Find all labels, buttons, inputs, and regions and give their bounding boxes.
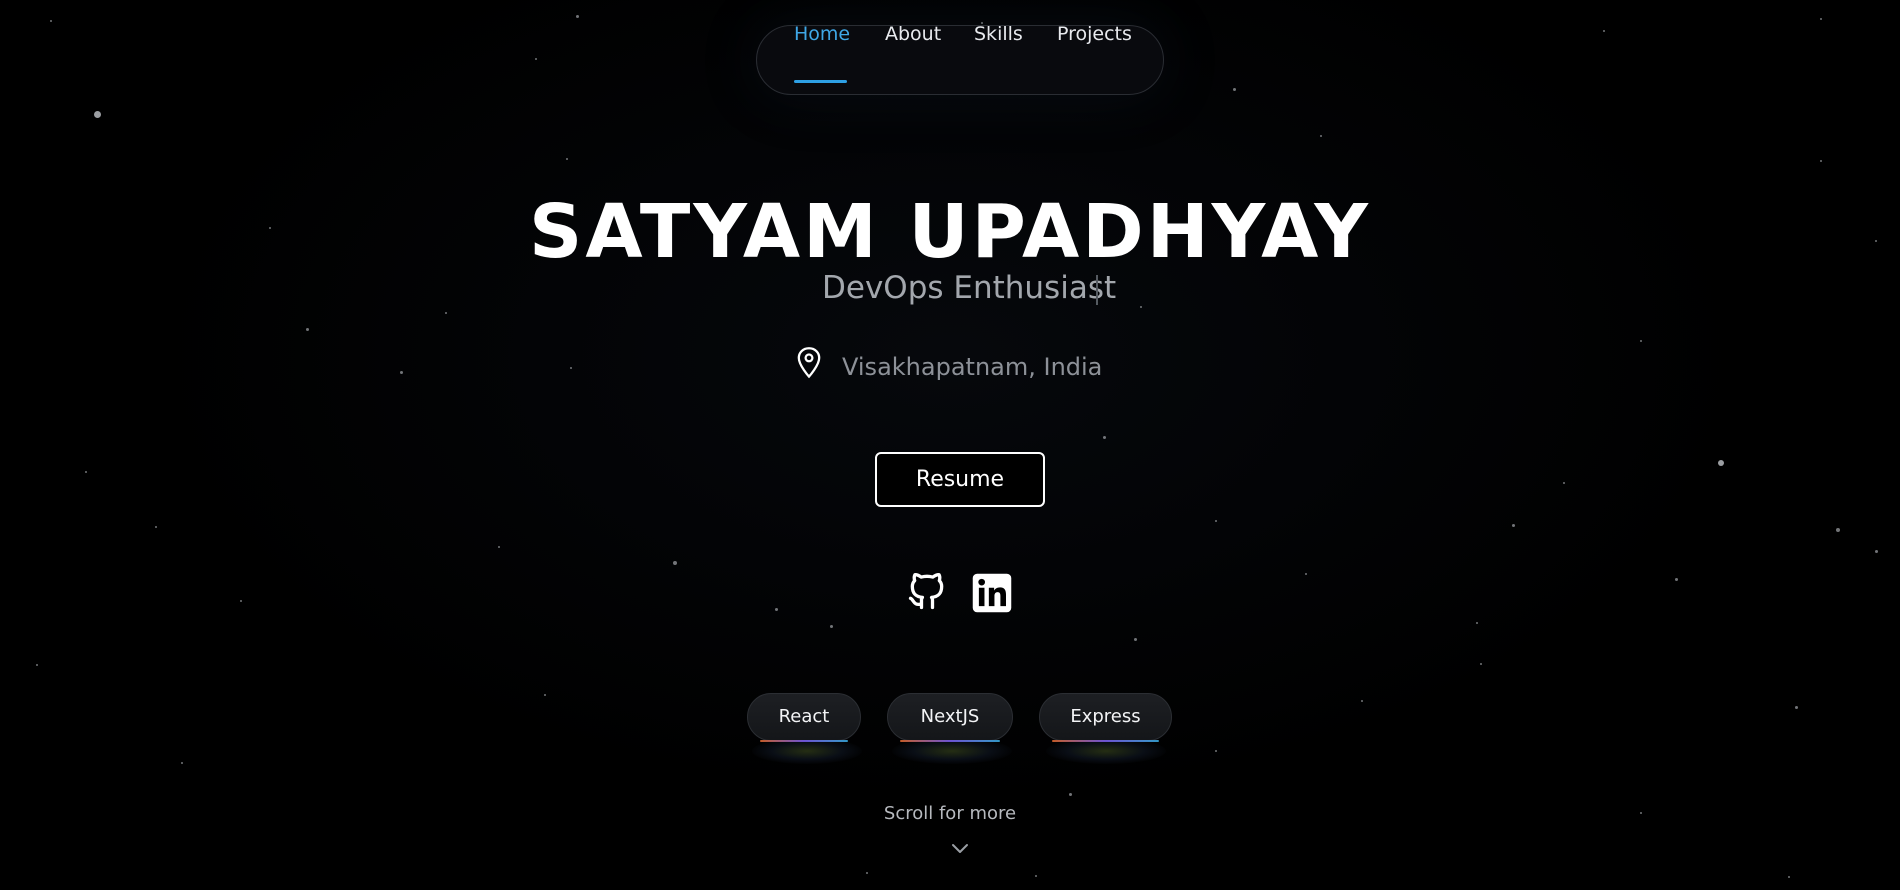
star-dot xyxy=(1820,160,1822,162)
location-pin-icon xyxy=(797,347,821,379)
nav-item-home[interactable]: Home xyxy=(794,23,850,45)
star-dot xyxy=(1512,524,1515,527)
starfield-background xyxy=(0,0,1900,890)
star-dot xyxy=(1035,875,1037,877)
star-dot xyxy=(306,328,309,331)
tech-pill-express[interactable]: Express xyxy=(1039,693,1172,742)
tech-pill-nextjs[interactable]: NextJS xyxy=(887,693,1013,742)
tech-pill-react[interactable]: React xyxy=(747,693,861,742)
github-icon[interactable] xyxy=(905,569,949,613)
star-dot xyxy=(1140,306,1142,308)
star-dot xyxy=(1875,550,1878,553)
star-dot xyxy=(1820,18,1822,20)
star-dot xyxy=(1476,622,1478,624)
star-dot xyxy=(1675,578,1678,581)
star-dot xyxy=(576,15,579,18)
star-dot xyxy=(1795,706,1798,709)
star-dot xyxy=(535,58,537,60)
star-dot xyxy=(400,371,403,374)
star-dot xyxy=(830,625,833,628)
star-dot xyxy=(1563,482,1565,484)
typing-caret xyxy=(1096,275,1098,305)
star-dot xyxy=(1069,793,1072,796)
star-dot xyxy=(866,872,868,874)
hero-role-typewriter: DevOps Enthusiast xyxy=(822,270,1117,306)
nav-item-skills[interactable]: Skills xyxy=(974,23,1023,45)
star-dot xyxy=(155,526,157,528)
star-dot xyxy=(1305,573,1307,575)
star-dot xyxy=(445,312,447,314)
star-dot xyxy=(1233,88,1236,91)
resume-button[interactable]: Resume xyxy=(875,452,1045,507)
hero-name: SATYAM UPADHYAY xyxy=(529,189,1371,275)
star-dot xyxy=(775,608,778,611)
nav-item-projects[interactable]: Projects xyxy=(1057,23,1132,45)
star-dot xyxy=(1603,30,1605,32)
star-dot xyxy=(1640,340,1642,342)
star-dot xyxy=(1320,135,1322,137)
star-dot xyxy=(673,561,677,565)
star-dot xyxy=(1215,520,1217,522)
star-dot xyxy=(1836,528,1840,532)
star-dot xyxy=(1215,750,1217,752)
linkedin-icon[interactable] xyxy=(971,572,1013,614)
star-dot xyxy=(181,762,183,764)
star-dot xyxy=(1480,663,1482,665)
star-dot xyxy=(1718,460,1724,466)
nav-item-about[interactable]: About xyxy=(885,23,941,45)
star-dot xyxy=(1134,638,1137,641)
star-dot xyxy=(240,600,242,602)
active-nav-indicator xyxy=(794,80,847,83)
location-text: Visakhapatnam, India xyxy=(842,353,1103,381)
chevron-down-icon[interactable] xyxy=(951,843,969,855)
star-dot xyxy=(85,471,87,473)
star-dot xyxy=(94,111,101,118)
star-dot xyxy=(36,664,38,666)
scroll-hint-text: Scroll for more xyxy=(883,803,1017,824)
star-dot xyxy=(50,20,52,22)
star-dot xyxy=(566,158,568,160)
star-dot xyxy=(1788,876,1790,878)
star-dot xyxy=(544,694,546,696)
star-dot xyxy=(570,367,572,369)
star-dot xyxy=(1103,436,1106,439)
portfolio-page: Home About Skills Projects SATYAM UPADHY… xyxy=(0,0,1900,890)
star-dot xyxy=(1361,700,1363,702)
star-dot xyxy=(498,546,500,548)
